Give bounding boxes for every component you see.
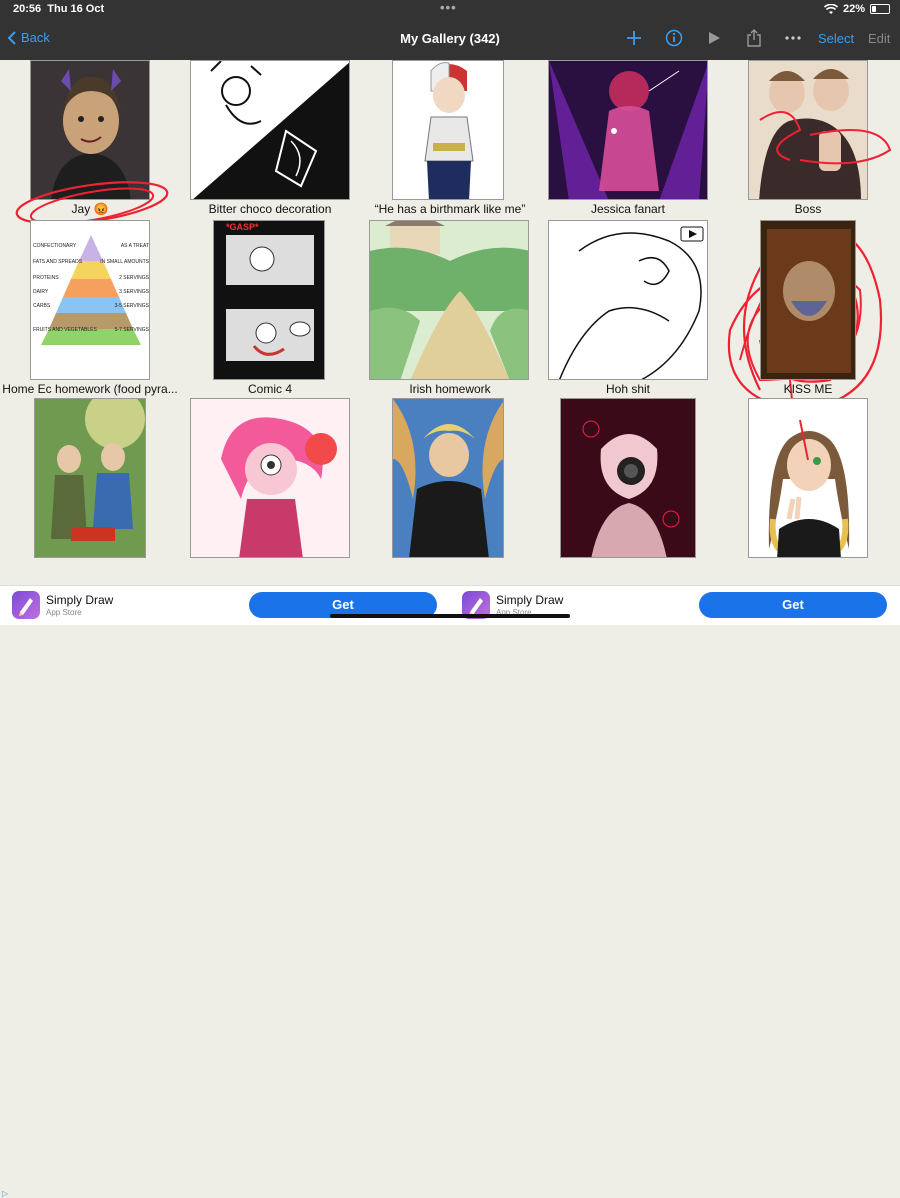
gallery-caption: Jessica fanart [590,202,666,216]
ad-store-label: App Store [46,608,82,617]
page-title: My Gallery (342) [400,31,500,46]
pyramid-label: CONFECTIONARY [33,243,77,249]
select-button[interactable]: Select [818,31,854,46]
gallery-caption: Comic 4 [247,382,292,396]
play-button[interactable] [703,27,725,49]
pyramid-label: DAIRY [33,289,49,295]
back-button[interactable]: Back [8,30,50,45]
gallery-thumb-bitter-choco[interactable] [190,60,350,200]
gallery-thumb-jessica[interactable] [548,60,708,200]
gallery-thumb-row3-1[interactable] [34,398,146,558]
pyramid-label: 5-7 SERVINGS [114,327,149,333]
ad-app-name[interactable]: Simply Draw [496,593,563,607]
comic-title: *GASP* [226,222,259,232]
gallery-caption: Home Ec homework (food pyra... [2,382,178,396]
gallery-grid: Jay 😡 Bitter choco decoration “He has a … [0,60,900,585]
plus-icon [627,31,641,45]
home-indicator[interactable] [330,614,570,618]
pyramid-label: CARBS [33,303,51,309]
info-button[interactable] [663,27,685,49]
ad-unit: Simply Draw App Store Get [450,586,900,626]
app-icon[interactable] [12,591,40,619]
gallery-thumb-irish-homework[interactable] [369,220,529,380]
gallery-thumb-jay[interactable] [30,60,150,200]
gallery-caption: Jay 😡 [71,202,109,216]
gallery-thumb-row3-2[interactable] [190,398,350,558]
battery-icon [870,4,890,14]
gallery-caption: “He has a birthmark like me” [374,202,526,216]
gallery-thumb-comic[interactable]: *GASP* [213,220,325,380]
ad-unit: Simply Draw App Store Get [0,586,450,626]
pyramid-label: 3-5 SERVINGS [114,303,149,309]
status-time: 20:56 Thu 16 Oct [13,3,105,15]
gallery-thumb-row3-4[interactable] [560,398,696,558]
gallery-thumb-hoh[interactable] [548,220,708,380]
pyramid-label: 3 SERVINGS [119,289,149,295]
more-button[interactable] [782,27,804,49]
battery-percent: 22% [842,3,865,15]
status-bar: 20:56 Thu 16 Oct ••• 22% [0,0,900,18]
gallery-thumb-boss[interactable] [748,60,868,200]
pyramid-label: AS A TREAT [120,243,149,249]
nav-bar: Back My Gallery (342) Select Edit [0,18,900,60]
share-icon [747,29,761,47]
gallery-caption: Boss [794,202,822,216]
multitask-dots-icon[interactable]: ••• [440,0,457,15]
ad-get-button[interactable]: Get [699,592,887,618]
add-button[interactable] [623,27,645,49]
pyramid-label: FATS AND SPREADS [33,259,83,265]
play-icon [709,32,720,44]
pyramid-label: PROTEINS [33,275,59,281]
ad-app-name[interactable]: Simply Draw [46,593,113,607]
share-button[interactable] [743,27,765,49]
pyramid-label: FRUITS AND VEGETABLES [33,327,97,333]
gallery-caption: Irish homework [409,382,491,396]
pyramid-label: IN SMALL AMOUNTS [100,259,149,265]
gallery-caption: KISS ME [783,382,833,396]
gallery-caption: Hoh shit [605,382,651,396]
gallery-thumb-kiss-me[interactable] [760,220,856,380]
gallery-thumb-row3-3[interactable] [392,398,504,558]
edit-button[interactable]: Edit [868,31,890,46]
ellipsis-icon [785,36,801,40]
gallery-caption: Bitter choco decoration [208,202,332,216]
chevron-left-icon [8,30,16,45]
gallery-thumb-food-pyramid[interactable]: CONFECTIONARY AS A TREAT FATS AND SPREADS… [30,220,150,380]
gallery-thumb-row3-5[interactable] [748,398,868,558]
wifi-icon [823,3,838,14]
gallery-thumb-birthmark[interactable] [392,60,504,200]
pyramid-label: 2 SERVINGS [119,275,149,281]
back-label: Back [21,30,50,45]
ad-banner: Simply Draw App Store Get Simply Draw Ap… [0,585,900,1198]
adchoices-icon[interactable]: ▷ [2,1189,8,1198]
info-icon [665,29,683,47]
